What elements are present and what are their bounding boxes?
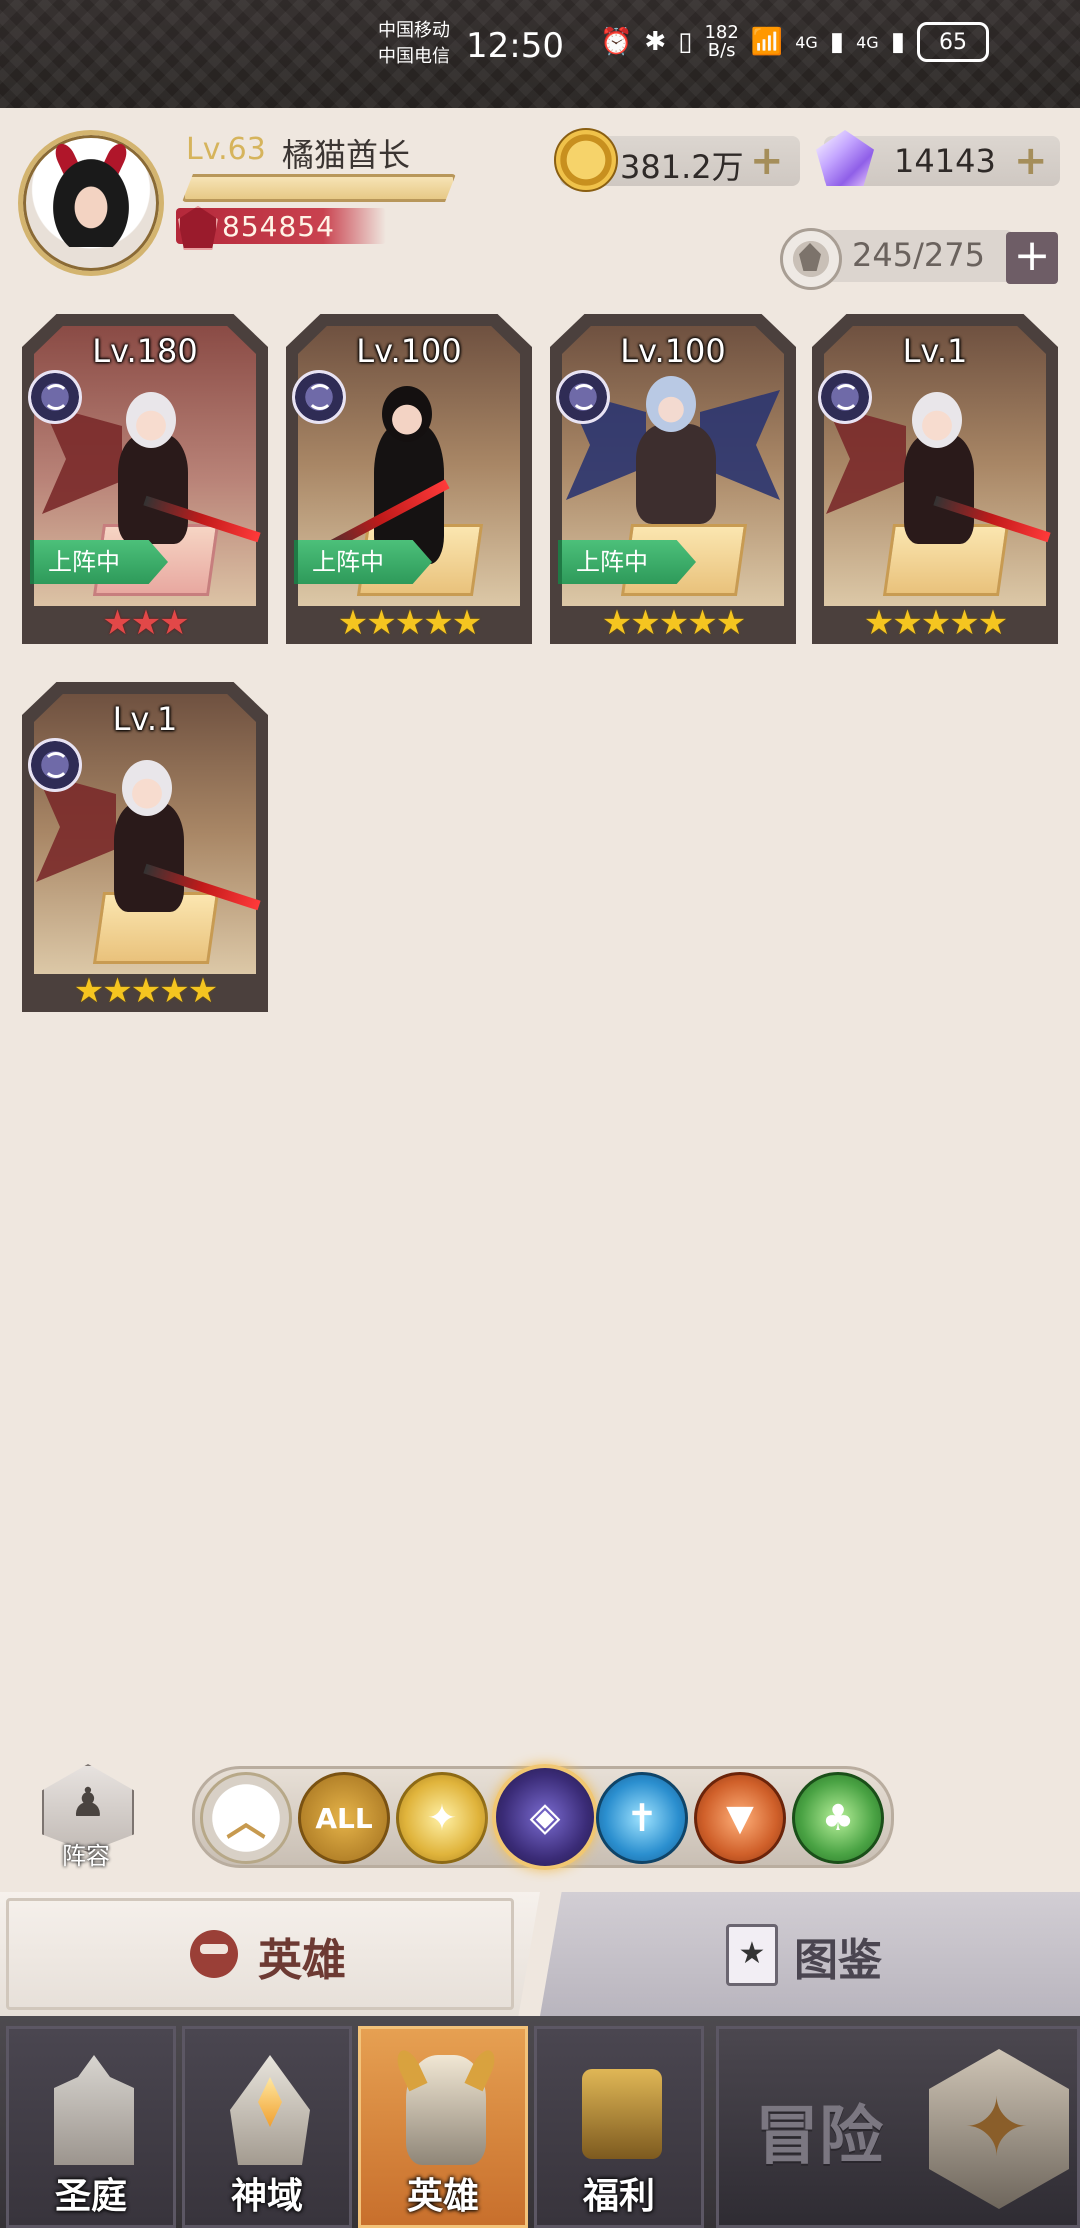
filter-light-button[interactable]: ✦ (396, 1772, 488, 1864)
nav-hero[interactable]: 英雄 (358, 2026, 528, 2228)
castle-icon (54, 2055, 134, 2165)
dark-faction-icon (28, 738, 82, 792)
hero-card[interactable]: Lv.100 上阵中 ★★★★★ (550, 314, 796, 644)
hero-card[interactable]: Lv.1 ★★★★★ (22, 682, 268, 1012)
add-gem-button[interactable]: + (1014, 138, 1048, 184)
hero-level: Lv.180 (92, 332, 198, 370)
alarm-icon: ⏰ (600, 27, 633, 57)
bottom-nav: 圣庭 神域 英雄 福利 冒险 (0, 2016, 1080, 2228)
hero-card[interactable]: Lv.180 上阵中 ★★★ (22, 314, 268, 644)
gold-coin-icon (554, 128, 618, 192)
light-faction-icon: ✦ (426, 1797, 458, 1839)
filter-nature-button[interactable]: ♣ (792, 1772, 884, 1864)
nav-court-label: 圣庭 (54, 2176, 127, 2217)
signal-1-label: 4G (795, 32, 818, 52)
filter-dark-button[interactable]: ◈ (492, 1764, 598, 1870)
tab-guide-label: 图鉴 (794, 1935, 882, 1986)
star-rating: ★★★★★ (337, 603, 482, 643)
signal-2-icon: ▮ (890, 27, 905, 57)
nav-hero-label: 英雄 (406, 2176, 479, 2217)
add-gold-button[interactable]: + (750, 138, 784, 184)
net-speed-unit: B/s (707, 40, 736, 61)
carrier-2: 中国电信 (378, 46, 450, 67)
stamina-icon (780, 228, 842, 290)
star-rating: ★★★★★ (863, 603, 1008, 643)
clock: 12:50 (466, 26, 564, 66)
sword-icon: ✝ (626, 1796, 658, 1840)
star-rating: ★★★★★ (601, 603, 746, 643)
battery-icon: 65 (917, 22, 989, 62)
lineup-button[interactable]: 阵容 (34, 1764, 138, 1870)
compass-icon (929, 2049, 1069, 2209)
filter-holy-button[interactable]: ✝ (596, 1772, 688, 1864)
nav-welfare-label: 福利 (582, 2176, 655, 2217)
dark-faction-icon (28, 370, 82, 424)
on-team-badge: 上阵中 (558, 540, 696, 584)
hero-level: Lv.100 (356, 332, 462, 370)
star-card-icon: ★ (726, 1924, 778, 1986)
bluetooth-icon: ✱ (644, 27, 667, 57)
lineup-label: 阵容 (62, 1842, 110, 1870)
vibrate-icon: ▯ (678, 27, 693, 57)
hero-level: Lv.1 (902, 332, 968, 370)
sub-tabs: 英雄 ★ 图鉴 (0, 1892, 1080, 2016)
hero-level: Lv.100 (620, 332, 726, 370)
hero-card[interactable]: Lv.1 ★★★★★ (812, 314, 1058, 644)
wifi-icon: 📶 (750, 27, 784, 57)
power-value: 854854 (222, 210, 335, 243)
dark-faction-icon (556, 370, 610, 424)
nav-domain[interactable]: 神域 (182, 2026, 352, 2228)
top-hud: Lv.63 橘猫酋长 854854 381.2万 + 14143 + 245/2… (0, 108, 1080, 308)
nav-welfare[interactable]: 福利 (534, 2026, 704, 2228)
wolf-icon: ▼ (726, 1797, 754, 1839)
battery-level: 65 (939, 29, 967, 55)
status-icons: ⏰ ✱ ▯ 182 B/s 📶 4G ▮ 4G ▮ 65 (600, 22, 989, 62)
player-name: 橘猫酋长 (282, 136, 411, 174)
treasure-chest-icon (582, 2069, 662, 2159)
chevron-up-icon: ︿ (226, 1799, 266, 1845)
player-avatar[interactable] (18, 130, 164, 276)
hero-level: Lv.1 (112, 700, 178, 738)
crystal-gate-icon (230, 2055, 310, 2165)
stamina-value: 245/275 (852, 236, 985, 274)
dark-faction-icon (818, 370, 872, 424)
hero-tab-icon (190, 1930, 238, 1978)
net-speed: 182 B/s (704, 24, 738, 60)
filter-beast-button[interactable]: ▼ (694, 1772, 786, 1864)
carrier-1: 中国移动 (378, 20, 450, 41)
gem-value: 14143 (894, 142, 996, 180)
add-stamina-button[interactable]: + (1006, 232, 1058, 284)
star-rating: ★★★ (102, 603, 189, 643)
filter-all-button[interactable]: ALL (298, 1772, 390, 1864)
dark-faction-icon (292, 370, 346, 424)
nav-adventure-label: 冒险 (755, 2100, 883, 2174)
carrier-info: 中国移动 中国电信 (378, 18, 450, 70)
star-rating: ★★★★★ (73, 971, 218, 1011)
gold-value: 381.2万 (620, 148, 744, 186)
filter-all-label: ALL (315, 1801, 373, 1835)
dark-faction-icon: ◈ (529, 1794, 561, 1840)
status-bar: 中国移动 中国电信 12:50 ⏰ ✱ ▯ 182 B/s 📶 4G ▮ 4G … (0, 0, 1080, 108)
nav-domain-label: 神域 (230, 2176, 303, 2217)
nav-adventure[interactable]: 冒险 (716, 2026, 1080, 2228)
hero-card[interactable]: Lv.100 上阵中 ★★★★★ (286, 314, 532, 644)
on-team-badge: 上阵中 (294, 540, 432, 584)
helmet-icon (406, 2055, 486, 2165)
tree-icon: ♣ (821, 1797, 855, 1839)
signal-1-icon: ▮ (829, 27, 845, 57)
nav-court[interactable]: 圣庭 (6, 2026, 176, 2228)
on-team-badge: 上阵中 (30, 540, 168, 584)
collapse-filter-button[interactable]: ︿ (200, 1772, 292, 1864)
xp-bar (182, 174, 456, 202)
signal-2-label: 4G (856, 32, 879, 52)
player-level: Lv.63 (186, 132, 266, 167)
tab-hero-label: 英雄 (258, 1935, 346, 1986)
